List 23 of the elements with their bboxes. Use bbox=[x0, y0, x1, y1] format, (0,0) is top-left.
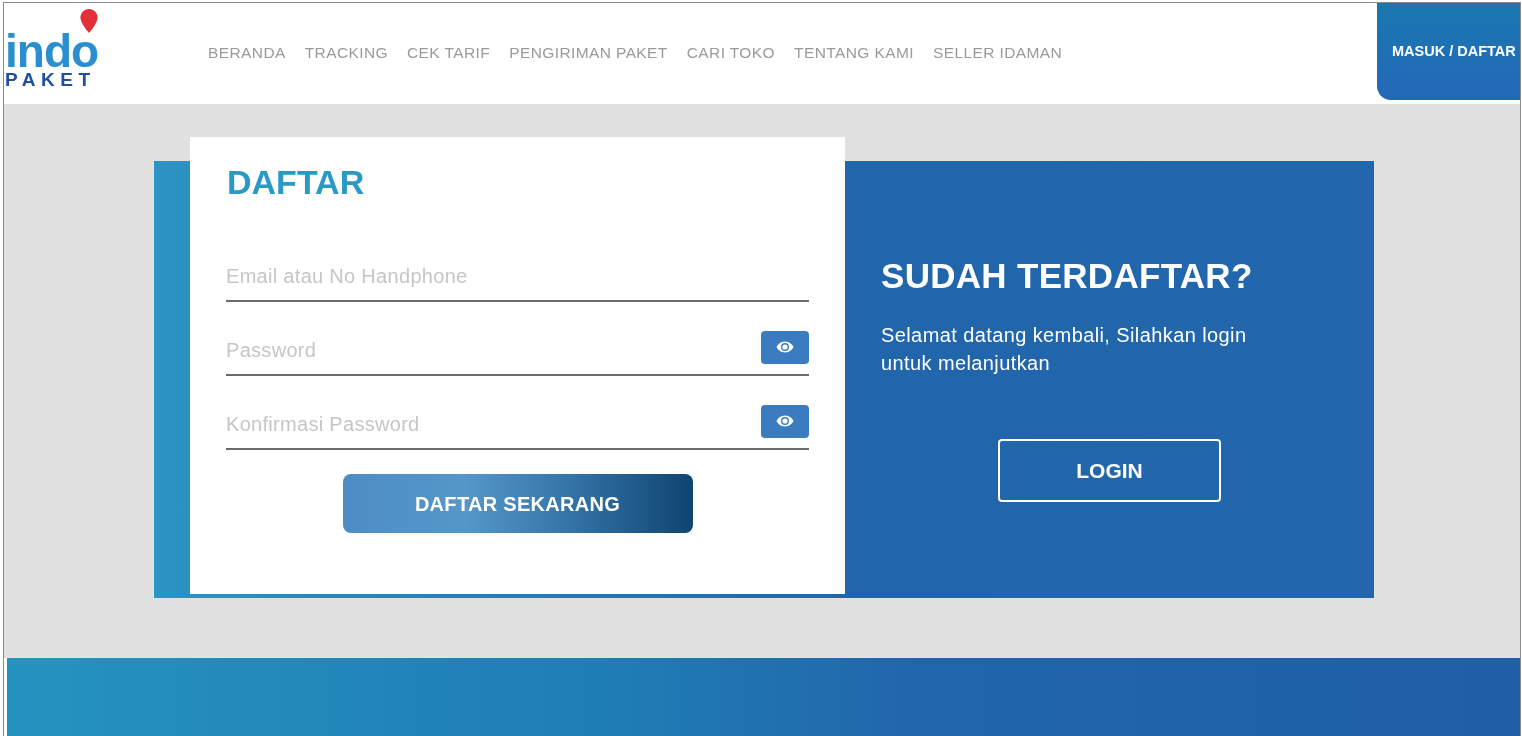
nav-link[interactable]: CEK TARIF bbox=[407, 41, 491, 65]
map-pin-icon bbox=[80, 9, 98, 33]
login-button[interactable]: LOGIN bbox=[998, 439, 1221, 502]
input-field[interactable]: Email atau No Handphone bbox=[226, 252, 809, 302]
password-field[interactable]: Konfirmasi Password bbox=[226, 400, 749, 450]
show-password-button[interactable] bbox=[761, 404, 809, 438]
register-title: DAFTAR bbox=[226, 162, 365, 202]
eye-icon bbox=[776, 341, 794, 353]
register-submit-button[interactable]: DAFTAR SEKARANG bbox=[342, 474, 693, 533]
nav-link[interactable]: BERANDA bbox=[208, 41, 286, 65]
nav-link[interactable]: CARI TOKO bbox=[686, 41, 776, 65]
login-title: SUDAH TERDAFTAR? bbox=[881, 256, 1253, 296]
show-password-button[interactable] bbox=[761, 330, 809, 364]
login-register-button[interactable]: MASUK / DAFTAR bbox=[1377, 3, 1520, 100]
logo-subtitle: PAKET bbox=[5, 71, 96, 89]
password-field[interactable]: Password bbox=[226, 326, 749, 376]
nav-link[interactable]: TRACKING bbox=[304, 41, 389, 65]
nav-link[interactable]: SELLER IDAMAN bbox=[932, 41, 1063, 65]
nav-link[interactable]: TENTANG KAMI bbox=[794, 41, 914, 65]
nav-link[interactable]: PENGIRIMAN PAKET bbox=[509, 41, 668, 65]
login-message: Selamat datang kembali, Silahkan login untuk melanjutkan bbox=[881, 323, 1248, 376]
eye-icon bbox=[776, 415, 794, 427]
logo-wordmark: indo bbox=[5, 33, 99, 69]
